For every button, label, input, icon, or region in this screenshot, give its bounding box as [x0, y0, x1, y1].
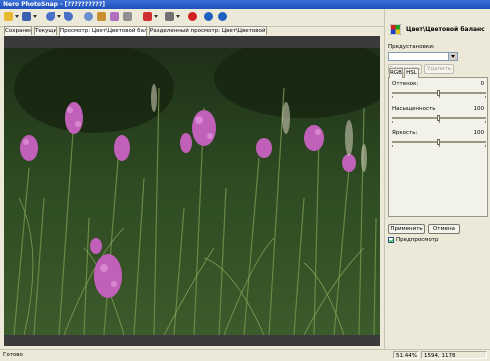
red-eye-dropdown-arrow-icon[interactable]: [154, 15, 158, 18]
presets-dropdown[interactable]: [388, 52, 458, 61]
status-text: Готово: [3, 352, 23, 358]
view-tabs: Сохранено Текущий Просмотр: Цвет\Цветово…: [4, 26, 380, 36]
tab-preview[interactable]: Просмотр: Цвет\Цветовой баланс: [59, 26, 147, 36]
status-bar: Готово 51.44% 1594, 1178: [0, 349, 490, 361]
saturation-label: Насыщенность: [392, 106, 436, 112]
zoom-readout: 51.44%: [393, 351, 419, 359]
stop-icon[interactable]: [187, 11, 198, 22]
hue-label: Оттенок:: [392, 81, 419, 87]
preview-label: Предпросмотр: [396, 237, 439, 243]
chevron-down-icon[interactable]: [448, 53, 457, 60]
presets-label: Предустановки:: [388, 44, 435, 50]
panel-title: Цвет\Цветовой баланс: [406, 26, 485, 33]
saturation-slider-ticks: [392, 121, 486, 123]
saturation-value: 100: [473, 106, 485, 112]
save-icon[interactable]: [21, 11, 32, 22]
panel-header: Цвет\Цветовой баланс: [385, 20, 490, 42]
apply-button[interactable]: Применить: [388, 224, 425, 234]
hue-slider-ticks: [392, 96, 486, 98]
photo-preview: [4, 48, 380, 335]
coordinates-readout: 1594, 1178: [421, 351, 487, 359]
save-dropdown-arrow-icon[interactable]: [33, 15, 37, 18]
adjustment-panel: Цвет\Цветовой баланс Предустановки: Сохр…: [384, 9, 490, 349]
red-eye-icon[interactable]: [142, 11, 153, 22]
toolbar: [0, 9, 384, 27]
tab-split-preview[interactable]: Разделенный просмотр: Цвет\Цветовой бала…: [149, 26, 267, 35]
brush-icon[interactable]: [122, 11, 133, 22]
image-canvas[interactable]: [4, 36, 380, 346]
print-dropdown-arrow-icon[interactable]: [176, 15, 180, 18]
web-icon[interactable]: [217, 11, 228, 22]
tab-rgb[interactable]: RGB: [389, 68, 403, 78]
delete-preset-button[interactable]: Удалить: [424, 64, 454, 74]
hsl-panel: RGB HSL Оттенок: 0 Насыщенность 100 Ярко…: [388, 68, 488, 217]
hue-value: 0: [480, 81, 485, 87]
undo-icon[interactable]: [45, 11, 56, 22]
tab-current[interactable]: Текущий: [34, 26, 57, 35]
lightness-value: 100: [473, 130, 485, 136]
tab-saved[interactable]: Сохранено: [4, 26, 32, 35]
open-dropdown-arrow-icon[interactable]: [15, 15, 19, 18]
cancel-button[interactable]: Отмена: [428, 224, 460, 234]
color-balance-icon: [390, 24, 401, 35]
print-icon[interactable]: [164, 11, 175, 22]
undo-dropdown-arrow-icon[interactable]: [57, 15, 61, 18]
lightness-label: Яркость:: [392, 130, 418, 136]
preview-checkbox[interactable]: [388, 237, 394, 243]
zoom-icon[interactable]: [83, 11, 94, 22]
window-title: Nero PhotoSnap - [??????????]: [3, 1, 105, 8]
lightness-slider-ticks: [392, 145, 486, 147]
open-folder-icon[interactable]: [3, 11, 14, 22]
tab-hsl[interactable]: HSL: [404, 68, 419, 78]
help-icon[interactable]: [203, 11, 214, 22]
crop-icon[interactable]: [96, 11, 107, 22]
title-bar: Nero PhotoSnap - [??????????]: [0, 0, 490, 9]
magic-wand-icon[interactable]: [109, 11, 120, 22]
redo-icon[interactable]: [63, 11, 74, 22]
